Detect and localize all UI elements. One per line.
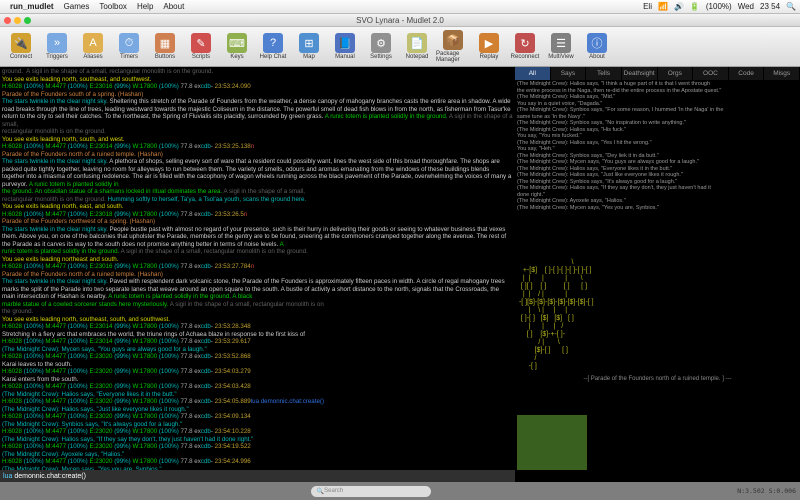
menu-toolbox[interactable]: Toolbox [99, 2, 127, 11]
search-input[interactable]: 🔍 Search [311, 486, 431, 497]
toolbar: 🔌Connect»TriggersAAliases⏱Timers▦Buttons… [0, 27, 800, 67]
wifi-icon[interactable]: 📶 [658, 2, 668, 11]
toolbar-connect[interactable]: 🔌Connect [4, 33, 38, 60]
ascii-map[interactable]: \ +-[$] [ ]-[ ]-[ ]-[ ]-[ ]-[ ] | | | | … [515, 257, 800, 417]
bottom-bar: 🔍 Search N:3.502 S:0.006 [0, 482, 800, 500]
toolbar-multiview[interactable]: ☰MultiView [544, 33, 578, 60]
tab-code[interactable]: Code [729, 67, 765, 80]
macos-menubar: run_mudlet Games Toolbox Help About Eli … [0, 0, 800, 14]
status-stats: N:3.502 S:0.006 [737, 487, 796, 495]
tab-misgs[interactable]: Misgs [764, 67, 800, 80]
toolbar-map[interactable]: ⊞Map [292, 33, 326, 60]
menubar-day[interactable]: Wed [738, 2, 754, 11]
toolbar-reconnect[interactable]: ↻Reconnect [508, 33, 542, 60]
menu-games[interactable]: Games [64, 2, 90, 11]
tab-orgs[interactable]: Orgs [658, 67, 694, 80]
toolbar-replay[interactable]: ▶Replay [472, 33, 506, 60]
close-icon[interactable] [4, 17, 11, 24]
toolbar-scripts[interactable]: ✎Scripts [184, 33, 218, 60]
menubar-time[interactable]: 23 54 [760, 2, 780, 11]
toolbar-manual[interactable]: 📘Manual [328, 33, 362, 60]
menubar-user[interactable]: Eli [643, 2, 652, 11]
chat-log[interactable]: (The Midnight Crew): Halios says, "I thi… [515, 80, 800, 220]
tab-tells[interactable]: Tells [586, 67, 622, 80]
tab-all[interactable]: All [515, 67, 551, 80]
main-terminal[interactable]: ground. A sigil in the shape of a small,… [0, 67, 515, 470]
zoom-icon[interactable] [24, 17, 31, 24]
toolbar-triggers[interactable]: »Triggers [40, 33, 74, 60]
tab-deathsight[interactable]: Deathsight [622, 67, 658, 80]
spotlight-icon[interactable]: 🔍 [786, 2, 796, 11]
search-placeholder: Search [324, 488, 343, 494]
mini-panel[interactable] [517, 415, 587, 470]
battery-icon[interactable]: 🔋 [690, 2, 700, 11]
tab-says[interactable]: Says [551, 67, 587, 80]
toolbar-buttons[interactable]: ▦Buttons [148, 33, 182, 60]
toolbar-package-manager[interactable]: 📦Package Manager [436, 30, 470, 63]
app-menu[interactable]: run_mudlet [10, 2, 54, 11]
toolbar-help-chat[interactable]: ?Help Chat [256, 33, 290, 60]
menu-help[interactable]: Help [137, 2, 153, 11]
cmd-prefix: lua [3, 473, 12, 480]
toolbar-settings[interactable]: ⚙Settings [364, 33, 398, 60]
workspace: ground. A sigil in the shape of a small,… [0, 67, 800, 482]
window-titlebar: SVO Lynara - Mudlet 2.0 [0, 14, 800, 27]
minimize-icon[interactable] [14, 17, 21, 24]
cmd-text: demonnic.chat:create() [14, 473, 86, 480]
menu-about[interactable]: About [163, 2, 184, 11]
toolbar-timers[interactable]: ⏱Timers [112, 33, 146, 60]
toolbar-keys[interactable]: ⌨Keys [220, 33, 254, 60]
search-icon: 🔍 [317, 488, 324, 495]
toolbar-aliases[interactable]: AAliases [76, 33, 110, 60]
volume-icon[interactable]: 🔊 [674, 2, 684, 11]
command-input[interactable]: lua demonnic.chat:create() [0, 470, 515, 482]
menubar-battery: (100%) [706, 2, 732, 11]
chat-tabs: AllSaysTellsDeathsightOrgsOOCCodeMisgs [515, 67, 800, 80]
window-title: SVO Lynara - Mudlet 2.0 [0, 16, 800, 25]
right-panel: AllSaysTellsDeathsightOrgsOOCCodeMisgs (… [515, 67, 800, 482]
toolbar-notepad[interactable]: 📄Notepad [400, 33, 434, 60]
toolbar-about[interactable]: ⓘAbout [580, 33, 614, 60]
tab-ooc[interactable]: OOC [693, 67, 729, 80]
